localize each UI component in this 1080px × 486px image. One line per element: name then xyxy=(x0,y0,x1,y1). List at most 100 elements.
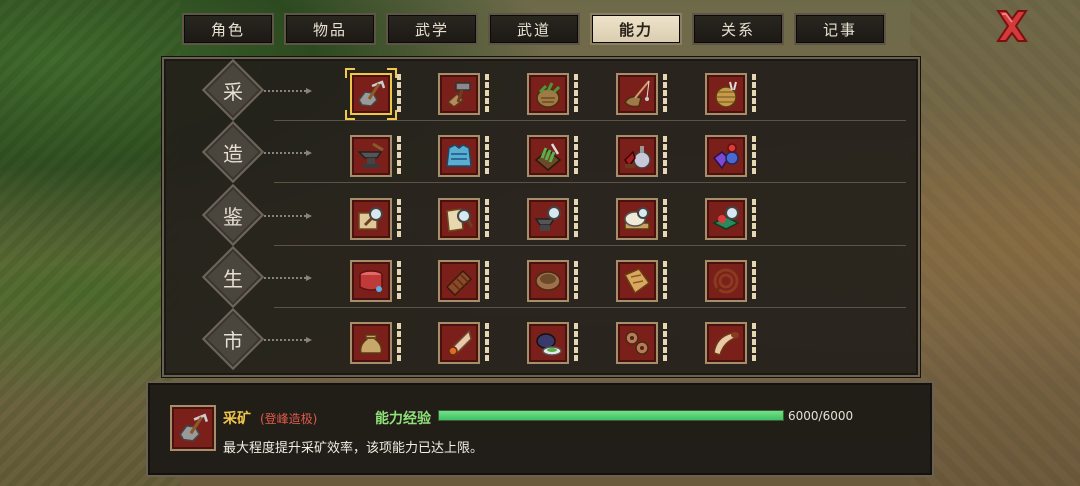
ability-row-appraise: 鉴 xyxy=(164,183,918,249)
close-button[interactable] xyxy=(993,8,1031,44)
dotted-arrow-icon xyxy=(264,88,312,94)
category-label: 采 xyxy=(223,79,243,104)
skill-slot-appraise-fabric[interactable] xyxy=(705,198,756,246)
skill-slot-pottery[interactable] xyxy=(527,260,578,308)
skill-slot-smithing[interactable] xyxy=(350,135,401,183)
skill-level-pips xyxy=(663,74,667,114)
skill-slot-trade[interactable] xyxy=(350,322,401,370)
ability-row-gather: 采 xyxy=(164,58,918,124)
armor-vest-icon xyxy=(446,144,472,167)
skill-slot-herbalism[interactable] xyxy=(527,73,578,121)
skill-level-pips xyxy=(574,74,578,114)
pickaxe-ore-icon xyxy=(358,80,386,107)
skill-level-pips xyxy=(485,136,489,176)
gear-cloth-icon xyxy=(625,331,649,355)
skill-level-pips xyxy=(485,199,489,239)
dotted-arrow-icon xyxy=(264,150,312,156)
skill-slot-logging[interactable] xyxy=(438,73,489,121)
dotted-arrow-icon xyxy=(264,213,312,219)
skill-slot-appraise-weapon[interactable] xyxy=(527,198,578,246)
ability-info-panel: 采矿 (登峰造极) 能力经验 6000/6000 最大程度提升采矿效率，该项能力… xyxy=(146,381,934,477)
fishing-rod-icon xyxy=(624,80,650,108)
skill-slot-jewelcraft[interactable] xyxy=(705,135,756,183)
skill-slot-tea[interactable] xyxy=(527,322,578,370)
plate-magnifier-icon xyxy=(624,207,650,230)
yarn-spool-icon xyxy=(715,81,737,108)
exp-value: 6000/6000 xyxy=(788,409,854,423)
skill-level-pips xyxy=(752,136,756,176)
tab-character[interactable]: 角色 xyxy=(182,13,274,45)
category-label: 鉴 xyxy=(223,204,243,229)
potion-icon xyxy=(624,146,651,169)
background-ground xyxy=(910,0,1080,486)
tab-journal[interactable]: 记事 xyxy=(794,13,886,45)
skill-level-pips xyxy=(663,136,667,176)
ability-row-craft: 造 xyxy=(164,120,918,186)
skill-slot-drum[interactable] xyxy=(350,260,401,308)
skill-level-pips xyxy=(574,199,578,239)
skill-level-pips xyxy=(397,323,401,363)
skill-level-pips xyxy=(752,261,756,301)
exp-label: 能力经验 xyxy=(375,411,431,427)
skill-level-pips xyxy=(397,74,401,114)
selection-corner xyxy=(345,68,355,78)
skill-level-pips xyxy=(397,199,401,239)
cloth-magnifier-icon xyxy=(712,206,740,230)
category-label: 造 xyxy=(223,141,243,166)
coiled-whip-icon xyxy=(712,268,739,295)
scroll-magnifier-icon xyxy=(358,207,383,230)
skill-slot-appraise-antique[interactable] xyxy=(616,198,667,246)
category-label: 市 xyxy=(223,328,243,353)
skill-level-pips xyxy=(574,261,578,301)
skill-slot-mining[interactable] xyxy=(345,68,401,121)
skill-slot-music[interactable] xyxy=(705,322,756,370)
ability-row-life: 生 xyxy=(164,245,918,311)
category-label: 生 xyxy=(223,266,243,291)
skill-slot-cartography[interactable] xyxy=(616,260,667,308)
pickaxe-ore-icon xyxy=(179,413,209,442)
ability-panel: 采 造 鉴 生 市 xyxy=(162,57,920,377)
ability-row-market: 市 xyxy=(164,307,918,373)
selected-skill-icon-frame xyxy=(170,405,216,451)
dotted-arrow-icon xyxy=(264,275,312,281)
skill-slot-pickpocket[interactable] xyxy=(438,322,489,370)
tab-martial-skills[interactable]: 武学 xyxy=(386,13,478,45)
skill-level-pips xyxy=(574,323,578,363)
skill-slot-weaving[interactable] xyxy=(705,73,756,121)
hand-coin-icon xyxy=(448,329,472,356)
skill-slot-alchemy[interactable] xyxy=(616,135,667,183)
exp-progress-bar xyxy=(438,410,784,421)
herb-basket-icon xyxy=(536,82,561,108)
skill-slot-tailoring[interactable] xyxy=(438,135,489,183)
skill-description: 最大程度提升采矿效率，该项能力已达上限。 xyxy=(223,441,484,456)
tab-items[interactable]: 物品 xyxy=(284,13,376,45)
skill-slot-cooking[interactable] xyxy=(527,135,578,183)
selection-corner xyxy=(387,68,397,78)
bowl-icon xyxy=(535,271,561,291)
skill-level-pips xyxy=(485,261,489,301)
drum-cooking-icon xyxy=(359,270,383,292)
anvil-icon xyxy=(357,142,384,168)
skill-level-pips xyxy=(485,323,489,363)
chocolate-bar-icon xyxy=(445,269,473,297)
skill-level-pips xyxy=(397,261,401,301)
gem-jewel-icon xyxy=(712,143,739,170)
money-bag-icon xyxy=(359,334,383,354)
skill-slot-fishing[interactable] xyxy=(616,73,667,121)
skill-slot-appraise-scroll[interactable] xyxy=(350,198,401,246)
tab-abilities[interactable]: 能力 xyxy=(590,13,682,45)
teapot-icon xyxy=(536,333,562,356)
anvil-magnifier-icon xyxy=(534,206,561,231)
skill-slot-appraise-book[interactable] xyxy=(438,198,489,246)
skill-rank: (登峰造极) xyxy=(260,412,318,426)
skill-slot-taming[interactable] xyxy=(705,260,756,308)
tab-martial-way[interactable]: 武道 xyxy=(488,13,580,45)
skill-level-pips xyxy=(485,74,489,114)
horn-icon xyxy=(713,332,740,356)
skill-level-pips xyxy=(752,74,756,114)
exp-progress-fill xyxy=(439,411,783,420)
skill-name: 采矿 xyxy=(223,411,251,427)
skill-slot-craft-trade[interactable] xyxy=(616,322,667,370)
skill-slot-sweets[interactable] xyxy=(438,260,489,308)
tab-relations[interactable]: 关系 xyxy=(692,13,784,45)
